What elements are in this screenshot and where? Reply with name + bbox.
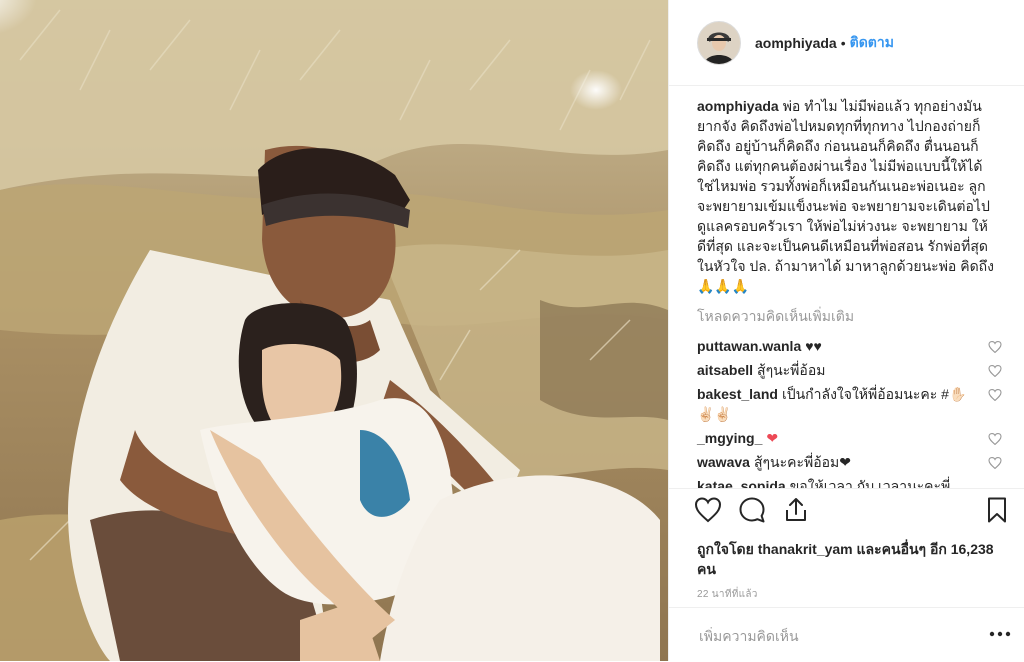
comment-text: ❤ <box>766 430 779 446</box>
post-sidebar: aomphiyada • ติดตาม aomphiyada พ่อ ทำไม ไ… <box>668 0 1024 661</box>
comment-item: bakest_land เป็นกำลังใจให้พี่อ้อมนะคะ #✋🏻… <box>697 384 1002 424</box>
comment-item: katae_sopida ขอให้เวลา กับ เวลานะคะพี่ <box>697 476 994 488</box>
comment-username[interactable]: _mgying_ <box>697 430 762 446</box>
comment-bubble-icon[interactable] <box>737 495 767 525</box>
comment-username[interactable]: katae_sopida <box>697 478 786 488</box>
comment-item: puttawan.wanla ♥♥ <box>697 336 1002 356</box>
profile-avatar[interactable] <box>697 20 741 65</box>
caption-username[interactable]: aomphiyada <box>697 98 779 114</box>
comment-like-icon[interactable] <box>988 341 1002 353</box>
follow-button[interactable]: ติดตาม <box>850 32 894 54</box>
comment-text: ขอให้เวลา กับ เวลานะคะพี่ <box>789 478 951 488</box>
more-dots-icon[interactable] <box>988 628 1012 640</box>
photo-image <box>0 0 668 661</box>
comment-text: ♥♥ <box>805 338 822 354</box>
comment-item: aitsabell สู้ๆนะพี่อ้อม <box>697 360 1002 380</box>
add-comment-bar <box>669 607 1024 662</box>
comment-like-icon[interactable] <box>988 457 1002 469</box>
action-icons <box>693 495 811 525</box>
heart-outline-icon[interactable] <box>693 495 723 525</box>
comment-username[interactable]: wawava <box>697 454 750 470</box>
comment-text: สู้ๆนะคะพี่อ้อม❤ <box>753 454 851 470</box>
header-separator: • <box>840 34 846 51</box>
comment-username[interactable]: aitsabell <box>697 362 753 378</box>
post-photo[interactable] <box>0 0 668 661</box>
load-more-comments-button[interactable]: โหลดความคิดเห็นเพิ่มเติม <box>697 306 994 328</box>
add-comment-input[interactable] <box>697 627 951 645</box>
avatar-icon <box>698 21 740 64</box>
comment-item: wawava สู้ๆนะคะพี่อ้อม❤ <box>697 452 1002 472</box>
comment-item: _mgying_ ❤ <box>697 428 1002 448</box>
comment-username[interactable]: puttawan.wanla <box>697 338 801 354</box>
comment-like-icon[interactable] <box>988 433 1002 445</box>
post-actions: ถูกใจโดย thanakrit_yam และคนอื่นๆ อีก 16… <box>669 488 1024 661</box>
comment-like-icon[interactable] <box>988 389 1002 401</box>
post-timestamp[interactable]: 22 นาทีที่แล้ว <box>697 587 758 602</box>
share-upload-icon[interactable] <box>781 495 811 525</box>
likes-count[interactable]: ถูกใจโดย thanakrit_yam และคนอื่นๆ อีก 16… <box>697 539 997 579</box>
comments-section[interactable]: aomphiyada พ่อ ทำไม ไม่มีพ่อแล้ว ทุกอย่าง… <box>669 86 1024 488</box>
comment-like-icon[interactable] <box>988 365 1002 377</box>
header-username[interactable]: aomphiyada <box>755 35 837 51</box>
comment-text: สู้ๆนะพี่อ้อม <box>757 362 826 378</box>
bookmark-icon[interactable] <box>982 495 1012 525</box>
instagram-post: aomphiyada • ติดตาม aomphiyada พ่อ ทำไม ไ… <box>0 0 1024 661</box>
post-caption: aomphiyada พ่อ ทำไม ไม่มีพ่อแล้ว ทุกอย่าง… <box>697 96 994 296</box>
post-header: aomphiyada • ติดตาม <box>669 0 1024 86</box>
comment-username[interactable]: bakest_land <box>697 386 778 402</box>
caption-text: พ่อ ทำไม ไม่มีพ่อแล้ว ทุกอย่างมันยากจัง … <box>697 98 994 294</box>
